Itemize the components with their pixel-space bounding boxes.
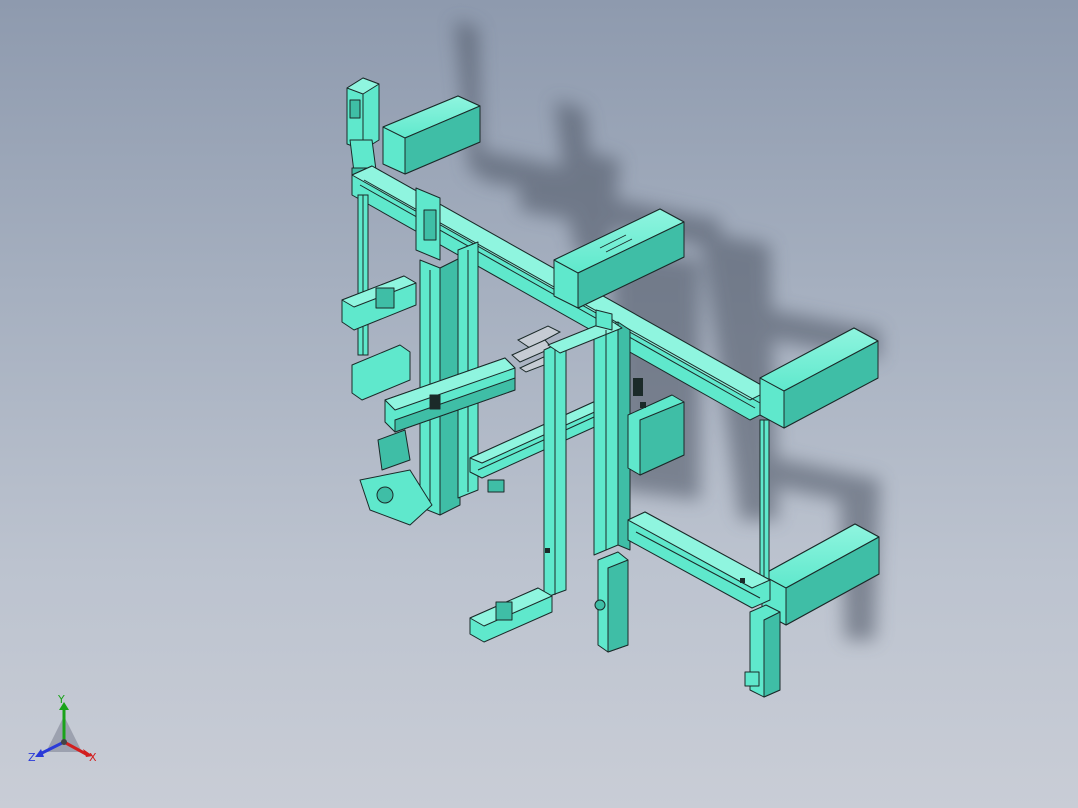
axis-z-label: Z [28, 751, 36, 764]
left-vertical-shaft [357, 194, 369, 356]
motor-left-horizontal [341, 275, 417, 331]
lower-right-rail [627, 511, 771, 609]
center-bottom-post [594, 551, 629, 653]
motor-bottom [469, 587, 553, 643]
axis-triad: Y Z X [26, 694, 106, 774]
motor-bottom-right [744, 604, 781, 698]
motor-top-left [346, 77, 380, 181]
right-vertical-shaft [759, 419, 770, 586]
axis-x-label: X [89, 751, 97, 764]
axis-y-label: Y [58, 693, 65, 706]
cad-viewport[interactable]: Y Z X [0, 0, 1078, 808]
middle-linear-rail [469, 399, 611, 493]
box-top-left [382, 95, 481, 175]
assembly-model[interactable] [0, 0, 1078, 808]
